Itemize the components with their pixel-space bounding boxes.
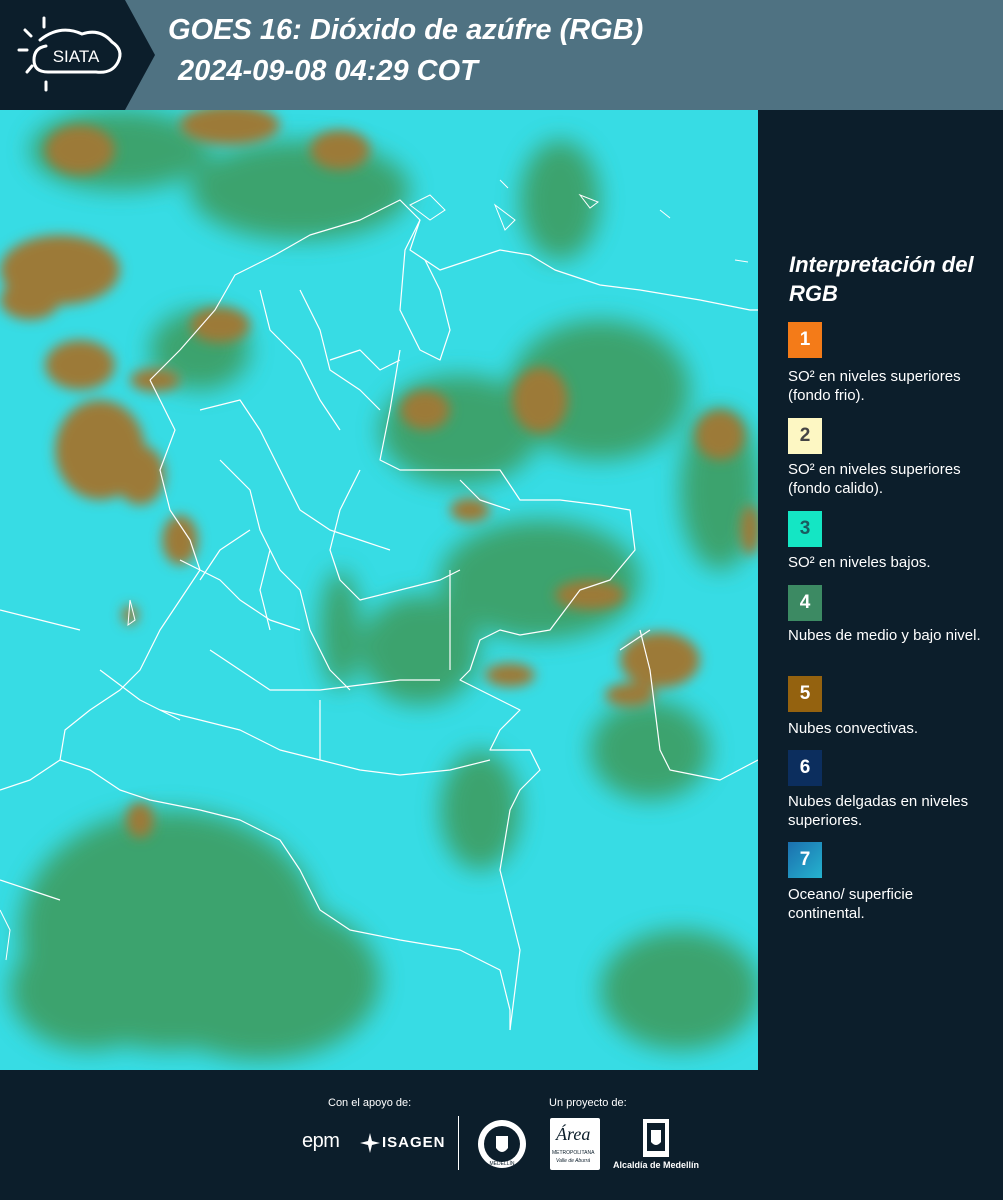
legend-label-2: SO² en niveles superiores (fondo calido)… xyxy=(788,461,961,497)
legend-swatch-2: 2 xyxy=(788,418,822,454)
footer-bar: Con el apoyo de: Un proyecto de: epm ISA… xyxy=(0,1070,1003,1200)
svg-text:MEDELLÍN: MEDELLÍN xyxy=(489,1160,514,1167)
legend-label-1: SO² en niveles superiores (fondo frio). xyxy=(788,368,961,404)
legend-label-7: Oceano/ superficie continental. xyxy=(788,886,914,922)
siata-logo-block: SIATA xyxy=(0,0,155,110)
legend-swatch-4: 4 xyxy=(788,585,822,621)
legend-panel: Interpretación del RGB 1 SO² en niveles … xyxy=(760,110,1003,1070)
area-metropolitana-logo: Área METROPOLITANA Valle de Aburrá xyxy=(550,1118,600,1170)
isagen-star-icon xyxy=(360,1133,380,1153)
legend-label-5: Nubes convectivas. xyxy=(788,720,919,737)
siata-logo-text: SIATA xyxy=(53,47,100,66)
legend-label-6: Nubes delgadas en niveles superiores. xyxy=(788,793,969,829)
legend-swatch-3: 3 xyxy=(788,511,822,547)
epm-logo: epm xyxy=(302,1130,340,1152)
footer-divider xyxy=(458,1116,459,1170)
medellin-seal-icon: MEDELLÍN xyxy=(478,1120,526,1168)
legend-label-3: SO² en niveles bajos. xyxy=(788,554,931,571)
legend-swatch-6: 6 xyxy=(788,750,822,786)
isagen-logo: ISAGEN xyxy=(382,1134,446,1151)
alcaldia-label: Alcaldía de Medellín xyxy=(613,1160,700,1170)
alcaldia-shield-icon xyxy=(643,1119,669,1157)
page-timestamp: 2024-09-08 04:29 COT xyxy=(178,55,478,87)
support-label: Con el apoyo de: xyxy=(328,1097,412,1109)
legend-swatch-1: 1 xyxy=(788,322,822,358)
legend-title: Interpretación del RGB xyxy=(789,252,974,306)
satellite-map xyxy=(0,110,758,1070)
header-bar: SIATA GOES 16: Dióxido de azúfre (RGB) 2… xyxy=(0,0,1003,110)
legend-swatch-7: 7 xyxy=(788,842,822,878)
legend-label-4: Nubes de medio y bajo nivel. xyxy=(788,627,981,644)
legend-swatch-5: 5 xyxy=(788,676,822,712)
project-label: Un proyecto de: xyxy=(549,1097,627,1109)
page-title: GOES 16: Dióxido de azúfre (RGB) xyxy=(168,14,644,46)
